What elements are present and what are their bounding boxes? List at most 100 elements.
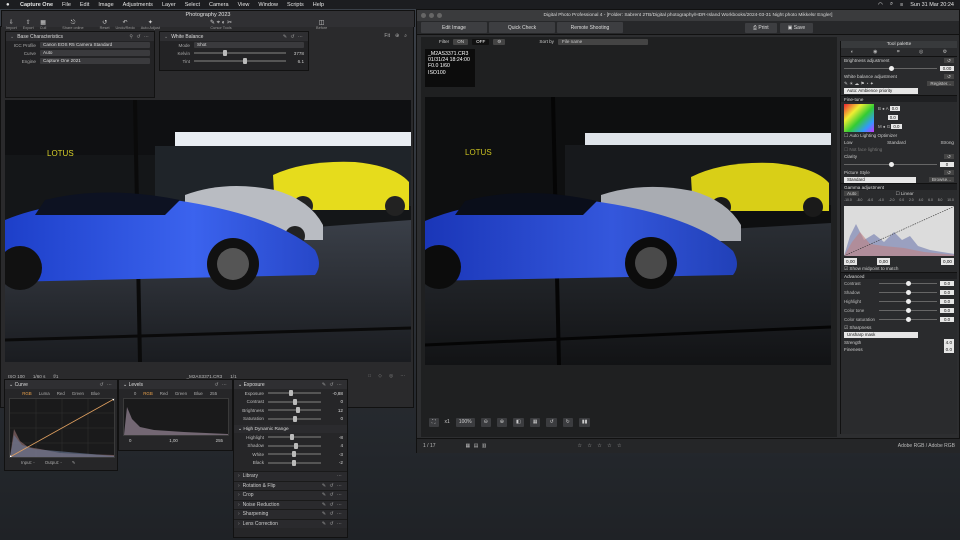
auto-adjust-button[interactable]: ✦ Auto Adjust: [141, 20, 160, 30]
tool-options-icon[interactable]: ↺ ⋯: [214, 382, 228, 388]
grid-icon[interactable]: ▦: [529, 417, 541, 427]
levels-tab-red[interactable]: Red: [160, 391, 168, 396]
lens-correction-tool-header[interactable]: › Lens Correction ✎ ↺ ⋯: [234, 518, 347, 528]
c1-photo-viewer[interactable]: LOTUS: [5, 100, 411, 362]
levels-tab-green[interactable]: Green: [175, 391, 187, 396]
clarity-value[interactable]: 0: [940, 162, 954, 167]
adv-color-saturation-slider[interactable]: [879, 317, 937, 322]
adv-highlight-value[interactable]: 0.0: [940, 299, 954, 304]
reset-icon[interactable]: ↺: [944, 74, 954, 79]
tool-options-icon[interactable]: ✎ ↺ ⋯: [322, 502, 343, 508]
gamma-auto-button[interactable]: Auto: [844, 191, 860, 196]
menu-edit[interactable]: Edit: [80, 2, 89, 8]
black-value[interactable]: -2: [321, 460, 343, 465]
hdr-header[interactable]: ⌄ High Dynamic Range: [234, 425, 347, 433]
base-characteristics-header[interactable]: ⌄ Base Characteristics ⚲ ↺ ⋯: [6, 32, 154, 41]
brightness-knob[interactable]: [295, 407, 300, 414]
highlight-knob[interactable]: [290, 434, 295, 441]
adv-highlight-slider[interactable]: [879, 299, 937, 304]
tab-remote-shooting[interactable]: Remote Shooting: [557, 22, 623, 33]
close-window-button[interactable]: [421, 13, 426, 18]
fine-tune-b-value[interactable]: 0.0: [889, 106, 900, 111]
reset-icon[interactable]: ↺: [944, 170, 954, 175]
contrast-value[interactable]: 0: [321, 399, 343, 404]
menu-clock[interactable]: Sun 31 Mar 20:24: [910, 2, 954, 8]
info-toggle-icon[interactable]: ▮▮: [578, 417, 591, 427]
tool-options-icon[interactable]: ↺ ⋯: [99, 382, 113, 388]
menu-select[interactable]: Select: [185, 2, 200, 8]
menu-camera[interactable]: Camera: [209, 2, 229, 8]
menu-app-name[interactable]: Capture One: [20, 2, 53, 8]
adv-color-tone-slider[interactable]: [879, 308, 937, 313]
filter-off-toggle[interactable]: OFF: [472, 38, 490, 45]
menu-file[interactable]: File: [62, 2, 71, 8]
clarity-slider[interactable]: [844, 162, 937, 167]
cull-button[interactable]: ▦ Cull: [40, 20, 47, 30]
tab-edit-image[interactable]: Edit Image: [421, 22, 487, 33]
shadow-knob[interactable]: [293, 442, 298, 449]
wb-mode-select[interactable]: Auto: Ambience priority: [844, 88, 918, 94]
wb-mode-select[interactable]: Shot: [194, 42, 304, 48]
picture-style-browse-button[interactable]: Browse...: [928, 177, 954, 182]
before-button[interactable]: ◫ Before: [316, 20, 327, 30]
cursor-tools-group[interactable]: ✎ ⌖ ◐ ✂ Cursor Tools: [210, 20, 232, 30]
clarity-knob[interactable]: [888, 162, 894, 167]
curve-tab-red[interactable]: Red: [57, 391, 65, 396]
crop-tool-header[interactable]: › Crop ✎ ↺ ⋯: [234, 490, 347, 500]
zoom-window-button[interactable]: [437, 13, 442, 18]
rating-icons[interactable]: ☆ ☆ ☆ ☆ ☆: [577, 443, 623, 449]
adv-contrast-value[interactable]: 0.0: [940, 281, 954, 286]
search-icon[interactable]: ⌕: [404, 33, 407, 39]
curve-tab-luma[interactable]: Luma: [39, 391, 50, 396]
rotate-left-icon[interactable]: ↺: [546, 417, 557, 427]
noise-reduction-tool-header[interactable]: › Noise Reduction ✎ ↺ ⋯: [234, 499, 347, 509]
zoom-multiplier[interactable]: x1: [445, 419, 450, 425]
fineness-value[interactable]: 0.0: [943, 346, 954, 353]
filter-on-toggle[interactable]: ON: [453, 38, 469, 45]
tool-options-icon[interactable]: ✎ ↺ ⋯: [322, 483, 343, 489]
levels-high-input[interactable]: 255: [210, 391, 217, 396]
color-tab-icon[interactable]: ◉: [873, 49, 877, 55]
compare-icon[interactable]: ◧: [513, 417, 524, 427]
zoom-select[interactable]: 100%: [455, 417, 475, 427]
curve-select[interactable]: Auto: [40, 50, 150, 56]
black-slider[interactable]: [268, 459, 321, 466]
tool-options-icon[interactable]: ✎ ↺ ⋯: [322, 492, 343, 498]
brightness-adjustment-knob[interactable]: [888, 66, 894, 71]
levels-black-value[interactable]: 0: [129, 438, 131, 443]
levels-tab-rgb[interactable]: RGB: [143, 391, 153, 396]
menu-view[interactable]: View: [238, 2, 250, 8]
adv-color-saturation-knob[interactable]: [906, 317, 911, 322]
exposure-value[interactable]: -0,88: [321, 391, 343, 396]
kelvin-slider[interactable]: [194, 50, 286, 56]
curve-graph[interactable]: [8, 397, 116, 459]
tool-options-icon[interactable]: ✎ ↺ ⋯: [322, 382, 343, 388]
import-button[interactable]: ⇩ Import: [6, 20, 17, 30]
menu-layer[interactable]: Layer: [162, 2, 176, 8]
viewer-options-icon[interactable]: □ ◇ ◎ ⋯: [368, 373, 408, 379]
brightness-slider[interactable]: [268, 407, 321, 414]
kelvin-value[interactable]: 3778: [286, 51, 304, 56]
zoom-in-icon[interactable]: ⊕: [496, 417, 507, 427]
wifi-icon[interactable]: ◠: [878, 2, 883, 8]
adv-color-saturation-value[interactable]: 0.0: [940, 317, 954, 322]
levels-tab-blue[interactable]: Blue: [194, 391, 203, 396]
reset-icon[interactable]: ↺: [944, 154, 954, 159]
white-balance-header[interactable]: ⌄ White Balance ✎ ↺ ⋯: [160, 32, 308, 41]
curve-header[interactable]: ⌄ Curve ↺ ⋯: [5, 380, 117, 389]
sort-select[interactable]: File name: [557, 38, 648, 45]
exposure-header[interactable]: ⌄ Exposure ✎ ↺ ⋯: [234, 380, 347, 389]
lens-tab-icon[interactable]: ◎: [919, 49, 923, 55]
shadow-value[interactable]: 4: [321, 443, 343, 448]
dpp-photo-viewer[interactable]: LOTUS: [425, 97, 831, 365]
menu-adjustments[interactable]: Adjustments: [123, 2, 153, 8]
strength-value[interactable]: 4.0: [943, 339, 954, 346]
icc-profile-select[interactable]: Canon EOS R5 Camera Standard: [40, 42, 150, 48]
levels-header[interactable]: ⌄ Levels ↺ ⋯: [119, 380, 232, 389]
fine-tune-a-value[interactable]: 0.0: [887, 115, 898, 120]
share-online-button[interactable]: ⎋ Share online: [62, 20, 83, 30]
levels-histogram[interactable]: [123, 398, 229, 436]
settings-tab-icon[interactable]: ⚙: [943, 49, 947, 55]
reset-button[interactable]: ↺ Reset: [100, 20, 110, 30]
reset-icon[interactable]: ↺: [944, 58, 954, 63]
